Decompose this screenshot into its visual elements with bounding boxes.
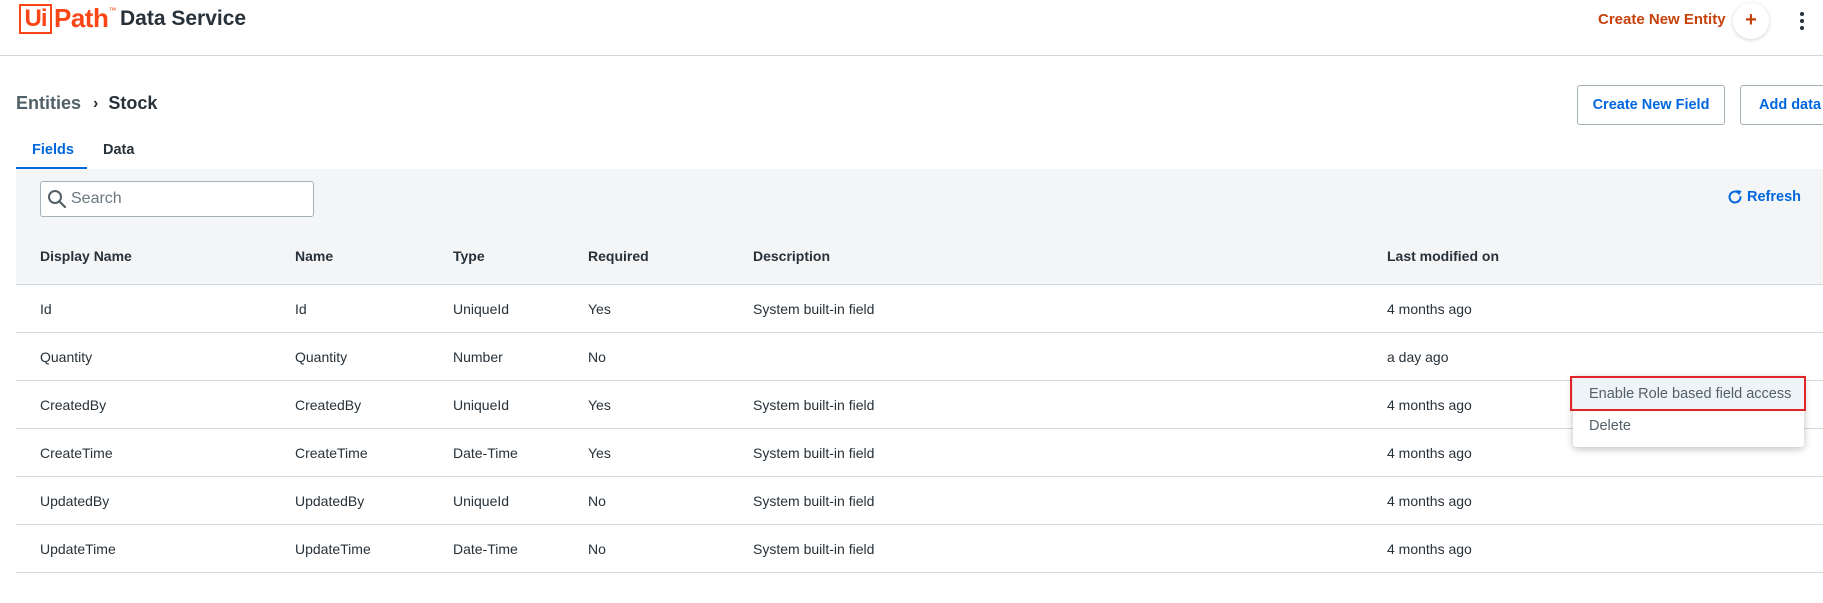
grid-toolbar: Refresh bbox=[16, 169, 1823, 228]
column-header-required[interactable]: Required bbox=[588, 228, 649, 284]
logo-path-text: Path bbox=[54, 3, 109, 33]
cell-name: CreateTime bbox=[295, 444, 368, 461]
cell-display-name: CreatedBy bbox=[40, 396, 107, 413]
refresh-button[interactable]: Refresh bbox=[1726, 188, 1801, 206]
cell-last-modified: 4 months ago bbox=[1387, 396, 1472, 413]
table-row[interactable]: Quantity Quantity Number No a day ago bbox=[16, 333, 1823, 381]
create-new-field-button[interactable]: Create New Field bbox=[1577, 85, 1725, 125]
cell-description: System built-in field bbox=[753, 540, 875, 557]
column-header-name[interactable]: Name bbox=[295, 228, 333, 284]
column-header-type[interactable]: Type bbox=[453, 228, 485, 284]
breadcrumb: Entities › Stock bbox=[16, 93, 157, 114]
app-name: Data Service bbox=[120, 7, 247, 30]
menu-item-enable-role-based-field-access[interactable]: Enable Role based field access bbox=[1573, 378, 1804, 410]
tab-fields[interactable]: Fields bbox=[16, 138, 87, 170]
cell-display-name: Quantity bbox=[40, 348, 93, 365]
logo-trademark: ™ bbox=[108, 6, 117, 15]
search-box[interactable] bbox=[40, 181, 314, 217]
cell-last-modified: a day ago bbox=[1387, 348, 1449, 365]
tab-data[interactable]: Data bbox=[87, 138, 150, 170]
cell-last-modified: 4 months ago bbox=[1387, 444, 1472, 461]
table-header-row: Display Name Name Type Required Descript… bbox=[16, 228, 1823, 285]
cell-display-name: UpdatedBy bbox=[40, 492, 110, 509]
cell-name: Quantity bbox=[295, 348, 348, 365]
cell-description: System built-in field bbox=[753, 396, 875, 413]
refresh-label: Refresh bbox=[1747, 189, 1801, 205]
uipath-logo[interactable]: Ui Path ™ bbox=[19, 4, 116, 34]
cell-display-name: Id bbox=[40, 300, 52, 317]
table-row[interactable]: UpdatedBy UpdatedBy UniqueId No System b… bbox=[16, 477, 1823, 525]
menu-item-delete[interactable]: Delete bbox=[1573, 410, 1804, 442]
cell-name: UpdatedBy bbox=[295, 492, 365, 509]
search-input[interactable] bbox=[71, 186, 307, 212]
cell-type: UniqueId bbox=[453, 300, 510, 317]
table-row[interactable]: CreatedBy CreatedBy UniqueId Yes System … bbox=[16, 381, 1823, 429]
add-data-button[interactable]: Add data bbox=[1740, 85, 1823, 125]
fields-table: Display Name Name Type Required Descript… bbox=[16, 228, 1823, 573]
create-new-entity-link[interactable]: Create New Entity bbox=[1598, 11, 1726, 28]
cell-required: No bbox=[588, 348, 606, 365]
cell-required: No bbox=[588, 540, 606, 557]
cell-type: Date-Time bbox=[453, 444, 518, 461]
cell-type: UniqueId bbox=[453, 492, 510, 509]
row-context-menu: Enable Role based field access Delete bbox=[1573, 376, 1804, 447]
table-row[interactable]: UpdateTime UpdateTime Date-Time No Syste… bbox=[16, 525, 1823, 573]
cell-required: No bbox=[588, 492, 606, 509]
breadcrumb-entities-link[interactable]: Entities bbox=[16, 93, 81, 114]
cell-display-name: UpdateTime bbox=[40, 540, 116, 557]
cell-last-modified: 4 months ago bbox=[1387, 492, 1472, 509]
app-header: Ui Path ™ Data Service Create New Entity… bbox=[0, 0, 1823, 56]
cell-required: Yes bbox=[588, 396, 611, 413]
search-icon bbox=[48, 190, 67, 209]
cell-type: Date-Time bbox=[453, 540, 518, 557]
cell-name: CreatedBy bbox=[295, 396, 362, 413]
cell-type: Number bbox=[453, 348, 503, 365]
breadcrumb-current: Stock bbox=[108, 93, 158, 113]
cell-description: System built-in field bbox=[753, 492, 875, 509]
cell-last-modified: 4 months ago bbox=[1387, 300, 1472, 317]
create-entity-plus-button[interactable]: + bbox=[1733, 3, 1769, 39]
cell-type: UniqueId bbox=[453, 396, 510, 413]
column-header-display-name[interactable]: Display Name bbox=[40, 228, 132, 284]
cell-required: Yes bbox=[588, 444, 611, 461]
cell-last-modified: 4 months ago bbox=[1387, 540, 1472, 557]
tab-bar: Fields Data bbox=[16, 138, 150, 170]
more-options-icon[interactable] bbox=[1795, 10, 1809, 34]
cell-description: System built-in field bbox=[753, 444, 875, 461]
chevron-right-icon: › bbox=[93, 94, 99, 112]
table-row[interactable]: Id Id UniqueId Yes System built-in field… bbox=[16, 285, 1823, 333]
cell-display-name: CreateTime bbox=[40, 444, 113, 461]
column-header-last-modified[interactable]: Last modified on bbox=[1387, 228, 1499, 284]
column-header-description[interactable]: Description bbox=[753, 228, 830, 284]
logo-box: Ui bbox=[19, 4, 52, 34]
refresh-icon bbox=[1728, 190, 1742, 204]
cell-name: Id bbox=[295, 300, 307, 317]
table-row[interactable]: CreateTime CreateTime Date-Time Yes Syst… bbox=[16, 429, 1823, 477]
cell-description: System built-in field bbox=[753, 300, 875, 317]
cell-required: Yes bbox=[588, 300, 611, 317]
cell-name: UpdateTime bbox=[295, 540, 371, 557]
